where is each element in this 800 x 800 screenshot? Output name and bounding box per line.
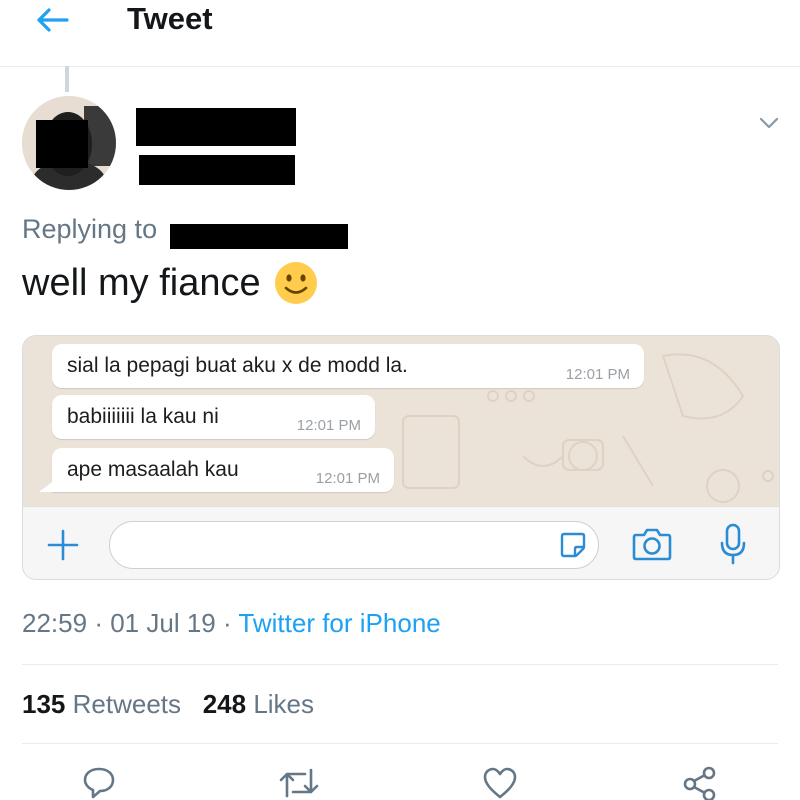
message-bubble-2: babiiiiiii la kau ni 12:01 PM — [52, 395, 375, 439]
redacted-reply-handle[interactable] — [170, 224, 348, 249]
divider — [22, 743, 778, 744]
chat-area: sial la pepagi buat aku x de modd la. 12… — [23, 336, 779, 506]
divider — [22, 664, 778, 665]
attach-button[interactable] — [43, 525, 83, 565]
tweet-source-link[interactable]: Twitter for iPhone — [238, 608, 440, 638]
tweet-options-button[interactable] — [752, 108, 786, 138]
microphone-icon — [720, 523, 746, 565]
meta-separator: · — [222, 608, 232, 638]
retweets-stat[interactable]: 135 Retweets — [22, 689, 181, 719]
retweet-button[interactable] — [277, 766, 321, 800]
replying-to: Replying to — [22, 212, 157, 246]
likes-count: 248 — [202, 689, 247, 719]
likes-label: Likes — [253, 689, 315, 719]
header-bar — [0, 0, 800, 67]
tweet-stats: 135 Retweets 248 Likes — [22, 686, 314, 722]
back-button[interactable] — [30, 0, 74, 40]
chat-input-bar — [23, 506, 779, 579]
likes-stat[interactable]: 248 Likes — [203, 689, 314, 719]
message-time: 12:01 PM — [296, 417, 361, 434]
tweet-text-content: well my fiance — [22, 262, 261, 304]
sticker-button[interactable] — [558, 530, 588, 560]
slightly-smiling-face-icon — [274, 262, 317, 304]
page-title: Tweet — [127, 1, 213, 36]
heart-icon — [483, 767, 517, 799]
plus-icon — [47, 529, 79, 561]
reply-button[interactable] — [77, 766, 121, 800]
meta-separator: · — [94, 608, 103, 638]
camera-button[interactable] — [631, 523, 673, 565]
redacted-username — [139, 155, 295, 185]
retweets-label: Retweets — [72, 689, 182, 719]
bubble-tail — [39, 480, 55, 492]
replying-label: Replying to — [22, 214, 158, 244]
message-time: 12:01 PM — [565, 366, 630, 383]
message-bubble-3: ape masaalah kau 12:01 PM — [52, 448, 394, 492]
retweets-count: 135 — [22, 689, 66, 719]
back-arrow-icon — [37, 8, 69, 32]
message-text: babiiiiiii la kau ni — [67, 405, 219, 428]
message-text: ape masaalah kau — [67, 458, 239, 481]
reply-icon — [83, 767, 115, 799]
chevron-down-icon — [759, 117, 779, 129]
tweet-text: well my fiance — [22, 260, 319, 306]
share-icon — [683, 766, 716, 800]
tweet-date: 01 Jul 19 — [110, 608, 216, 638]
message-bubble-1: sial la pepagi buat aku x de modd la. 12… — [52, 344, 644, 388]
message-input[interactable] — [109, 521, 599, 569]
share-button[interactable] — [678, 766, 722, 800]
camera-icon — [632, 528, 672, 561]
avatar[interactable] — [22, 96, 116, 190]
microphone-button[interactable] — [715, 521, 751, 567]
avatar-image — [22, 96, 116, 190]
thread-line — [65, 66, 69, 92]
message-text: sial la pepagi buat aku x de modd la. — [67, 354, 408, 377]
redacted-display-name — [136, 108, 296, 146]
retweet-icon — [279, 768, 319, 798]
attached-screenshot[interactable]: sial la pepagi buat aku x de modd la. 12… — [22, 335, 780, 580]
like-button[interactable] — [478, 766, 522, 800]
tweet-time: 22:59 — [22, 608, 88, 638]
sticker-icon — [560, 532, 586, 558]
tweet-meta: 22:59 · 01 Jul 19 · Twitter for iPhone — [22, 606, 441, 640]
message-time: 12:01 PM — [315, 470, 380, 487]
